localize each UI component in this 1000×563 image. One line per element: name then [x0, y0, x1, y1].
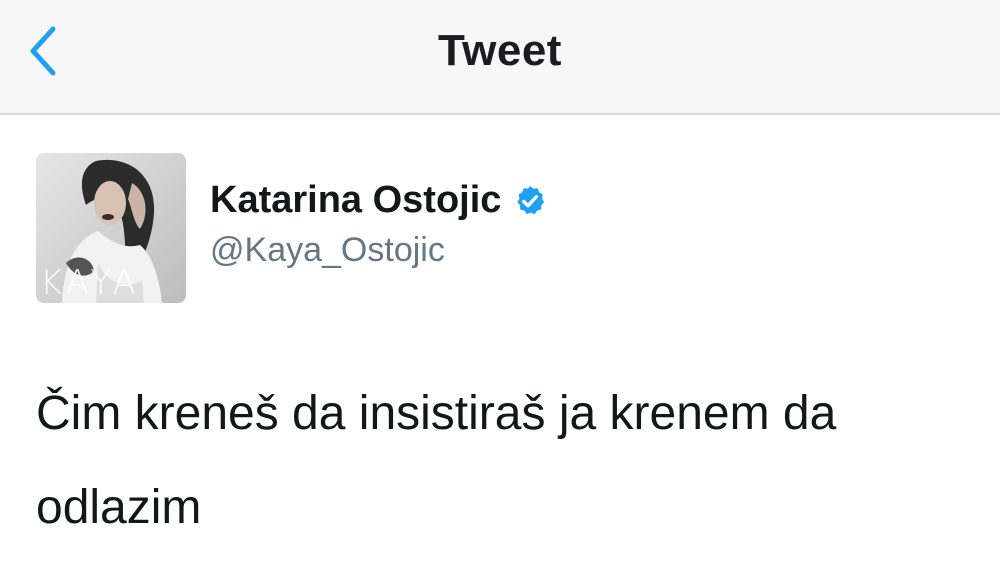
avatar[interactable]: KAYA [36, 153, 186, 303]
verified-badge-icon [517, 185, 545, 214]
author-display-name-row[interactable]: Katarina Ostojic [210, 179, 547, 222]
author-handle[interactable]: @Kaya_Ostojic [210, 231, 445, 270]
tweet-text: Čim kreneš da insistiraš ja krenem da od… [36, 387, 837, 534]
tweet-detail: KAYA Katarina Ostojic @Kaya_Ostojic Čim … [0, 117, 1000, 563]
navigation-bar: Tweet [0, 0, 1000, 115]
page-title: Tweet [438, 26, 562, 75]
avatar-logo-text: KAYA [40, 263, 140, 303]
author-display-name[interactable]: Katarina Ostojic [210, 179, 501, 222]
